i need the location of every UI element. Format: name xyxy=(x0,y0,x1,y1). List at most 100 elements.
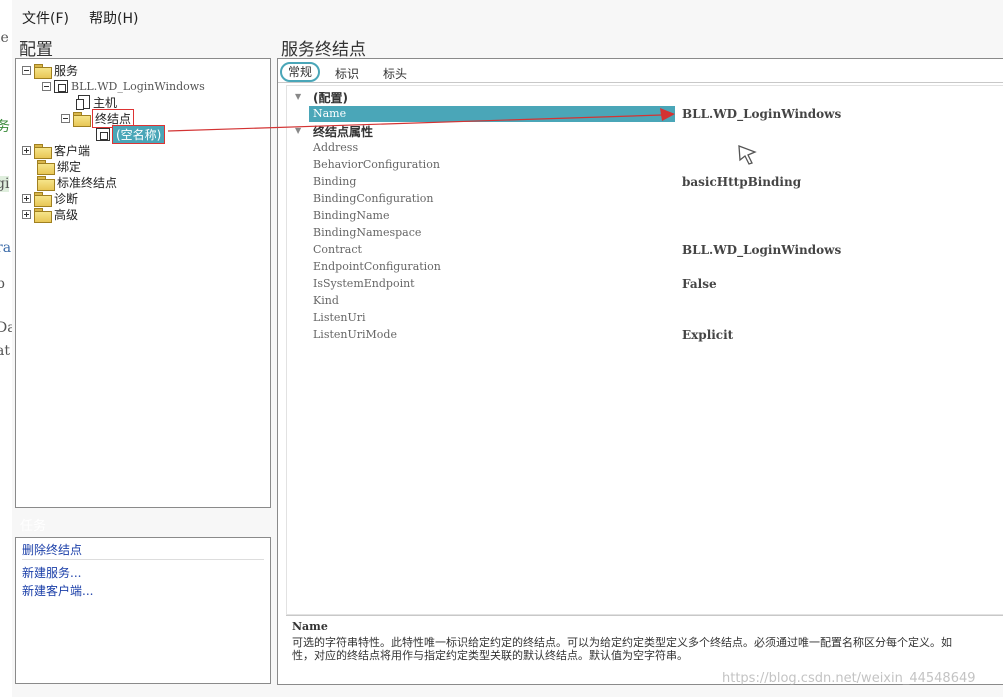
tree-item-label: BLL.WD_LoginWindows xyxy=(71,79,205,93)
background-window-edge: le 务 gi ra b Da at xyxy=(0,0,12,697)
config-tree: 服务 BLL.WD_LoginWindows 主机 终结点 (空名称) 客户端 … xyxy=(15,58,271,508)
description-line: 可选的字符串特性。此特性唯一标识给定约定的终结点。可以为给定约定类型定义多个终结… xyxy=(292,636,952,649)
collapse-icon[interactable] xyxy=(22,65,31,75)
tree-item-label: 标准终结点 xyxy=(57,175,118,190)
property-value[interactable]: Explicit xyxy=(682,328,733,342)
property-row[interactable]: Address xyxy=(287,140,1003,157)
folder-icon xyxy=(34,63,52,79)
property-name: BindingNamespace xyxy=(313,226,422,239)
description-line: 性，对应的终结点将用作与指定约定类型关联的默认终结点。默认值为空字符串。 xyxy=(292,649,688,662)
service-icon xyxy=(54,79,68,93)
edge-text: at xyxy=(0,343,10,359)
property-name: Kind xyxy=(313,294,339,307)
tree-item-standard-endpoints[interactable]: 标准终结点 xyxy=(37,174,118,191)
tree-item-service[interactable]: BLL.WD_LoginWindows xyxy=(42,78,205,94)
tree-item-client[interactable]: 客户端 xyxy=(22,142,91,159)
property-row[interactable]: BindingConfiguration xyxy=(287,191,1003,208)
tree-item-diagnostics[interactable]: 诊断 xyxy=(22,190,79,207)
menu-file[interactable]: 文件(F) xyxy=(22,8,69,30)
collapse-icon[interactable] xyxy=(61,113,70,123)
folder-icon xyxy=(37,159,55,175)
property-row-name[interactable]: Name BLL.WD_LoginWindows xyxy=(287,106,1003,123)
expand-icon[interactable] xyxy=(22,193,31,203)
tree-item-label: 主机 xyxy=(93,95,118,110)
menu-bar: 文件(F) 帮助(H) xyxy=(12,8,138,30)
property-row[interactable]: Kind xyxy=(287,293,1003,310)
divider xyxy=(22,559,264,560)
edge-text: 务 xyxy=(0,119,10,135)
tree-item-label: 服务 xyxy=(54,63,79,78)
tab-strip: 常规 标识 标头 xyxy=(278,61,1003,83)
property-row[interactable]: ListenUriMode Explicit xyxy=(287,327,1003,344)
tab-general[interactable]: 常规 xyxy=(280,62,321,82)
description-text: 可选的字符串特性。此特性唯一标识给定约定的终结点。可以为给定约定类型定义多个终结… xyxy=(292,636,1003,662)
edge-text: b xyxy=(0,276,5,292)
property-row[interactable]: BindingNamespace xyxy=(287,225,1003,242)
new-service-link[interactable]: 新建服务... xyxy=(22,564,81,581)
property-name: BindingConfiguration xyxy=(313,192,434,205)
selected-property: Name xyxy=(309,106,675,122)
property-value[interactable]: basicHttpBinding xyxy=(682,175,801,189)
new-client-link[interactable]: 新建客户端... xyxy=(22,582,93,599)
tree-item-label: 客户端 xyxy=(54,143,91,158)
property-value[interactable]: BLL.WD_LoginWindows xyxy=(682,243,841,257)
edge-text: le xyxy=(0,30,9,46)
property-row[interactable]: Binding basicHttpBinding xyxy=(287,174,1003,191)
property-value[interactable]: BLL.WD_LoginWindows xyxy=(682,107,841,121)
tasks-header: 任务 xyxy=(20,519,47,534)
property-name: Address xyxy=(313,141,359,154)
category-config[interactable]: ▼ (配置) xyxy=(287,89,1003,106)
edge-text: Da xyxy=(0,320,12,336)
expand-icon[interactable] xyxy=(22,145,31,155)
property-name: Contract xyxy=(313,243,362,256)
tree-item-services[interactable]: 服务 xyxy=(22,62,79,79)
tree-item-bindings[interactable]: 绑定 xyxy=(37,158,82,175)
tree-item-endpoints[interactable]: 终结点 xyxy=(61,108,135,128)
tree-item-label: 终结点 xyxy=(91,108,135,128)
property-name: BindingName xyxy=(313,209,390,222)
property-row[interactable]: BehaviorConfiguration xyxy=(287,157,1003,174)
folder-icon xyxy=(34,191,52,207)
tree-item-label: 诊断 xyxy=(54,191,79,206)
property-name: IsSystemEndpoint xyxy=(313,277,415,290)
property-row[interactable]: BindingName xyxy=(287,208,1003,225)
property-name: ListenUriMode xyxy=(313,328,397,341)
collapse-arrow-icon[interactable]: ▼ xyxy=(295,92,301,101)
property-name: Name xyxy=(313,107,347,120)
delete-endpoint-link[interactable]: 删除终结点 xyxy=(22,541,82,558)
property-value[interactable]: False xyxy=(682,277,717,291)
expand-icon[interactable] xyxy=(22,209,31,219)
edge-text: ra xyxy=(0,240,12,256)
config-title: 配置 xyxy=(19,40,53,60)
tab-identity[interactable]: 标识 xyxy=(335,65,359,82)
property-row[interactable]: Contract BLL.WD_LoginWindows xyxy=(287,242,1003,259)
category-label: (配置) xyxy=(313,91,348,105)
panel-title: 服务终结点 xyxy=(281,40,366,60)
folder-icon xyxy=(34,143,52,159)
category-label: 终结点属性 xyxy=(313,125,374,139)
property-row[interactable]: IsSystemEndpoint False xyxy=(287,276,1003,293)
collapse-arrow-icon[interactable]: ▼ xyxy=(295,126,301,135)
tab-headers[interactable]: 标头 xyxy=(383,65,407,82)
property-row[interactable]: EndpointConfiguration xyxy=(287,259,1003,276)
property-row[interactable]: ListenUri xyxy=(287,310,1003,327)
menu-help[interactable]: 帮助(H) xyxy=(89,8,138,30)
property-name: BehaviorConfiguration xyxy=(313,158,440,171)
category-endpoint[interactable]: ▼ 终结点属性 xyxy=(287,123,1003,140)
document-icon xyxy=(76,95,90,110)
cursor-icon xyxy=(738,145,757,165)
property-name: EndpointConfiguration xyxy=(313,260,441,273)
tree-item-host[interactable]: 主机 xyxy=(76,94,118,110)
property-grid: ▼ (配置) Name BLL.WD_LoginWindows ▼ 终结点属性 … xyxy=(286,85,1003,615)
description-title: Name xyxy=(292,620,328,633)
watermark: https://blog.csdn.net/weixin_44548649 xyxy=(722,671,976,686)
folder-icon xyxy=(34,207,52,223)
collapse-icon[interactable] xyxy=(42,81,51,91)
tree-item-empty-endpoint[interactable]: (空名称) xyxy=(96,124,166,144)
tree-item-advanced[interactable]: 高级 xyxy=(22,206,78,223)
edge-text: gi xyxy=(0,176,10,192)
tree-item-label: 绑定 xyxy=(57,159,82,174)
endpoint-icon xyxy=(96,127,110,141)
tree-item-label: (空名称) xyxy=(111,124,166,144)
folder-icon xyxy=(37,175,55,191)
